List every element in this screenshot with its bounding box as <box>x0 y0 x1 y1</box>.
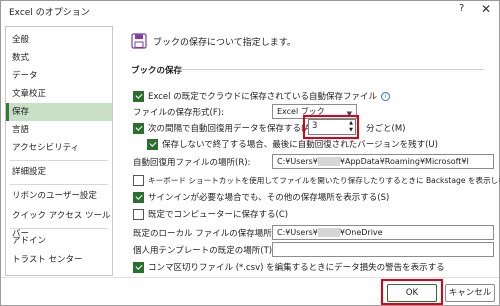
sidebar-item-trust-center[interactable]: トラスト センター <box>6 251 112 269</box>
sidebar-item-proofing[interactable]: 文章校正 <box>6 85 112 103</box>
save-to-computer-checkbox[interactable] <box>133 208 144 220</box>
file-format-row: ファイルの保存形式(F): <box>133 105 224 119</box>
keep-version-row: 保存しないで終了する場合、最後に自動回復されたバージョンを残す(U) <box>147 137 438 151</box>
template-location-label: 個人用テンプレートの既定の場所(T): <box>133 246 275 256</box>
csv-warning-row: コンマ区切りファイル (*.csv) を編集するときにデータ損失の警告を表示する <box>133 260 445 274</box>
show-locations-row: サインインが必要な場合でも、その他の保存場所を表示する(S) <box>133 190 389 204</box>
sidebar-divider <box>10 228 108 229</box>
close-button[interactable]: ✕ <box>481 2 491 16</box>
autosave-cloud-row: Excel の既定でクラウドに保存されている自動保存ファイル i <box>133 89 390 103</box>
page-description: ブックの保存について指定します。 <box>153 37 296 48</box>
section-divider <box>179 69 484 70</box>
autorecover-location-prefix: C:¥Users¥ <box>277 157 318 166</box>
sidebar-item-save[interactable]: 保存 <box>6 103 112 121</box>
autorecover-row: 次の間隔で自動回復用データを保存する(A): <box>133 121 316 135</box>
local-location-row: 既定のローカル ファイルの保存場所(I): <box>133 226 284 240</box>
help-button[interactable]: ? <box>459 3 464 14</box>
cancel-button[interactable]: キャンセル <box>445 284 495 302</box>
autosave-cloud-checkbox[interactable] <box>133 90 144 102</box>
autorecover-unit-label: 分ごと(M) <box>366 124 406 134</box>
save-disk-icon <box>131 33 147 49</box>
sidebar-item-accessibility[interactable]: アクセシビリティ <box>6 139 112 157</box>
local-location-input[interactable]: C:¥Users¥ ¥OneDrive <box>272 225 494 240</box>
keep-version-label: 保存しないで終了する場合、最後に自動回復されたバージョンを残す(U) <box>162 140 438 150</box>
sidebar: 全般 数式 データ 文章校正 保存 言語 アクセシビリティ 詳細設定 リボンのユ… <box>5 26 113 276</box>
window-title: Excel のオプション <box>9 8 90 18</box>
page-header: ブックの保存について指定します。 <box>131 30 296 52</box>
excel-options-dialog: Excel のオプション ? ✕ 全般 数式 データ 文章校正 保存 言語 アク… <box>0 0 500 306</box>
local-location-prefix: C:¥Users¥ <box>277 228 318 237</box>
autosave-cloud-label: Excel の既定でクラウドに保存されている自動保存ファイル <box>148 92 377 102</box>
redacted-username <box>317 228 340 237</box>
sidebar-item-data[interactable]: データ <box>6 67 112 85</box>
highlight-box-ok <box>381 279 443 305</box>
no-backstage-checkbox[interactable] <box>133 174 144 186</box>
autorecover-location-label: 自動回復用ファイルの場所(R): <box>133 158 251 168</box>
autorecover-location-suffix: ¥AppData¥Roaming¥Microsoft¥I <box>339 157 469 166</box>
autorecover-location-input[interactable]: C:¥Users¥ ¥AppData¥Roaming¥Microsoft¥I <box>272 154 494 169</box>
save-to-computer-row: 既定でコンピューターに保存する(C) <box>133 207 288 221</box>
sidebar-item-quick-access-toolbar[interactable]: クイック アクセス ツール バー <box>6 207 112 239</box>
show-locations-checkbox[interactable] <box>133 191 144 203</box>
keep-version-checkbox[interactable] <box>147 138 158 150</box>
title-bar: Excel のオプション ? ✕ <box>1 1 499 21</box>
info-icon: i <box>380 91 390 101</box>
autorecover-location-row: 自動回復用ファイルの場所(R): <box>133 155 250 169</box>
local-location-label: 既定のローカル ファイルの保存場所(I): <box>133 229 284 239</box>
local-location-suffix: ¥OneDrive <box>339 228 383 237</box>
show-locations-label: サインインが必要な場合でも、その他の保存場所を表示する(S) <box>148 193 390 203</box>
file-format-label: ファイルの保存形式(F): <box>133 108 224 118</box>
save-to-computer-label: 既定でコンピューターに保存する(C) <box>148 210 289 220</box>
csv-warning-label: コンマ区切りファイル (*.csv) を編集するときにデータ損失の警告を表示する <box>148 263 445 273</box>
template-location-row: 個人用テンプレートの既定の場所(T): <box>133 243 275 257</box>
template-location-input[interactable] <box>272 242 494 257</box>
no-backstage-label: キーボード ショートカットを使用してファイルを開いたり保存したりするときに Ba… <box>148 175 500 185</box>
csv-warning-checkbox[interactable] <box>133 261 144 273</box>
autorecover-unit-row: 分ごと(M) <box>366 121 405 135</box>
section-title: ブックの保存 <box>131 66 183 76</box>
sidebar-item-customize-ribbon[interactable]: リボンのユーザー設定 <box>6 187 112 205</box>
autorecover-checkbox[interactable] <box>133 122 144 134</box>
sidebar-item-formulas[interactable]: 数式 <box>6 49 112 67</box>
sidebar-item-general[interactable]: 全般 <box>6 31 112 49</box>
redacted-username <box>317 157 340 166</box>
footer-divider <box>1 277 499 278</box>
sidebar-divider <box>10 184 108 185</box>
sidebar-item-advanced[interactable]: 詳細設定 <box>6 163 112 181</box>
highlight-box-minutes <box>303 115 359 139</box>
autorecover-label: 次の間隔で自動回復用データを保存する(A): <box>148 124 317 134</box>
sidebar-item-language[interactable]: 言語 <box>6 121 112 139</box>
no-backstage-row: キーボード ショートカットを使用してファイルを開いたり保存したりするときに Ba… <box>133 173 500 187</box>
sidebar-item-addins[interactable]: アドイン <box>6 232 112 250</box>
sidebar-divider <box>10 160 108 161</box>
